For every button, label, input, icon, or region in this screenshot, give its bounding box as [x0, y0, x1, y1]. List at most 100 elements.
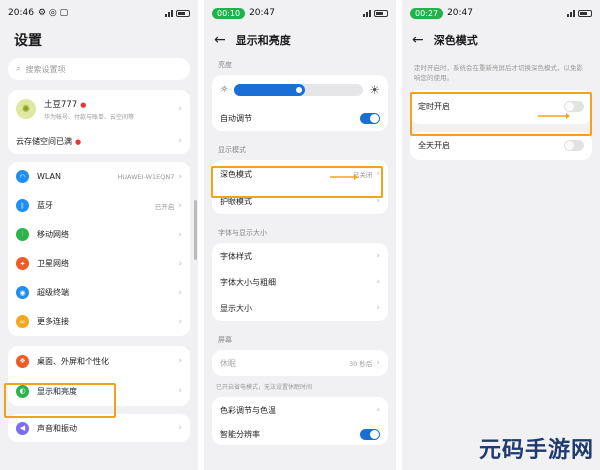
font-size-row[interactable]: 字体大小与粗细 › [212, 269, 388, 295]
account-row[interactable]: ✺ 土豆777 ● 华为帐号、付款与账单、云空间等 › [8, 90, 190, 128]
battery-icon [176, 9, 190, 17]
sleep-value: 30 秒后 [349, 360, 373, 368]
chevron-right-icon: › [178, 104, 182, 114]
status-time: 20:47 [447, 8, 473, 18]
network-card: ◠ WLAN HUAWEI-W1EQN7 › ᛒ 蓝牙 已开启 › ⫶ 移动网络 › ✦ 卫星网络… [8, 162, 190, 336]
font-style-row[interactable]: 字体样式 › [212, 243, 388, 269]
search-placeholder: 搜索设置项 [25, 64, 66, 74]
item-label: 色彩调节与色温 [220, 405, 276, 415]
bluetooth-icon: ᛒ [16, 199, 29, 212]
settings-item-sound[interactable]: ◀ 声音和振动 › [8, 414, 190, 442]
smart-resolution-row[interactable]: 智能分辨率 [212, 423, 388, 445]
status-time: 20:47 [249, 8, 275, 18]
notification-dot: ● [75, 137, 82, 146]
section-header: 显示模式 [218, 146, 246, 154]
settings-item-bluetooth[interactable]: ᛒ 蓝牙 已开启 › [8, 191, 190, 220]
auto-adjust-toggle[interactable] [360, 112, 380, 124]
battery-icon [578, 9, 592, 17]
search-icon: ⌕ [16, 64, 21, 73]
chevron-right-icon: › [376, 405, 380, 415]
satellite-icon: ✦ [16, 257, 29, 270]
scrollbar[interactable] [194, 200, 197, 260]
watermark-logo: 元码手游网 [478, 438, 594, 463]
item-label: 蓝牙 [37, 201, 53, 210]
avatar: ✺ [16, 99, 36, 119]
settings-item-wlan[interactable]: ◠ WLAN HUAWEI-W1EQN7 › [8, 162, 190, 191]
signal-icon [165, 9, 173, 17]
chevron-right-icon: › [376, 303, 380, 313]
arrow-annotation [330, 174, 358, 180]
highlight-box [4, 383, 116, 418]
settings-item-super-device[interactable]: ◉ 超级终端 › [8, 278, 190, 307]
chevron-right-icon: › [178, 316, 182, 327]
wifi-icon: ◠ [16, 170, 29, 183]
chevron-right-icon: › [376, 358, 380, 368]
nav-bar: ← 深色模式 [402, 26, 600, 54]
dark-mode-screen: 00:27 20:47 ← 深色模式 定时开启时，系统会在重新亮屏后才切换深色模式… [402, 0, 600, 470]
signal-icon [363, 9, 371, 17]
smart-resolution-toggle[interactable] [360, 428, 380, 440]
screen-card: 休眠 30 秒后 › [212, 350, 388, 376]
item-label: 超级终端 [37, 288, 69, 297]
status-time: 20:46 [8, 8, 34, 18]
status-bar: 20:46 ⚙ ◎ ▢ [0, 0, 198, 26]
chevron-right-icon: › [178, 356, 182, 366]
display-size-row[interactable]: 显示大小 › [212, 295, 388, 321]
chevron-right-icon: › [376, 277, 380, 287]
back-arrow-icon[interactable]: ← [412, 32, 424, 48]
settings-screen: 20:46 ⚙ ◎ ▢ 设置 ⌕ 搜索设置项 ✺ 土豆777 ● 华为帐号、付款与账… [0, 0, 198, 470]
item-label: 字体大小与粗细 [220, 277, 276, 287]
chevron-right-icon: › [178, 258, 182, 269]
link-icon: ∞ [16, 315, 29, 328]
item-label: 更多连接 [37, 317, 69, 326]
status-bar: 00:27 20:47 [402, 0, 600, 26]
display-brightness-screen: 00:10 20:47 ← 显示和亮度 亮度 ☼ ☀ 自动调节 显示模式 深色模式… [204, 0, 396, 470]
settings-item-home-screen[interactable]: ❖ 桌面、外屏和个性化 › [8, 346, 190, 376]
auto-adjust-row[interactable]: 自动调节 [212, 105, 388, 131]
chevron-right-icon: › [178, 200, 182, 211]
section-header: 亮度 [218, 61, 232, 69]
settings-item-satellite[interactable]: ✦ 卫星网络 › [8, 249, 190, 278]
brightness-high-icon: ☀ [369, 83, 380, 97]
page-title: 显示和亮度 [235, 34, 291, 47]
chevron-right-icon: › [178, 386, 182, 396]
item-label: WLAN [37, 172, 62, 181]
item-label: 声音和振动 [37, 423, 77, 433]
battery-icon [374, 9, 388, 17]
chevron-right-icon: › [376, 251, 380, 261]
chevron-right-icon: › [178, 287, 182, 298]
search-input[interactable]: ⌕ 搜索设置项 [8, 58, 190, 80]
brightness-card: ☼ ☀ 自动调节 [212, 75, 388, 131]
page-title: 深色模式 [433, 34, 478, 47]
dark-mode-description: 定时开启时，系统会在重新亮屏后才切换深色模式，以免影响您的使用。 [414, 64, 583, 82]
cloud-label: 云存储空间已满 [16, 136, 72, 146]
call-timer: 00:10 [212, 7, 246, 19]
chevron-right-icon: › [178, 136, 182, 146]
item-label: 字体样式 [220, 251, 252, 261]
sleep-row[interactable]: 休眠 30 秒后 › [212, 350, 388, 376]
account-subtitle: 华为帐号、付款与账单、云空间等 [44, 113, 135, 121]
cloud-row[interactable]: 云存储空间已满 ● › [8, 128, 190, 154]
speaker-icon: ◀ [16, 421, 29, 435]
auto-adjust-label: 自动调节 [220, 113, 252, 123]
all-day-toggle[interactable] [564, 140, 584, 151]
signal-icon [567, 9, 575, 17]
account-card: ✺ 土豆777 ● 华为帐号、付款与账单、云空间等 › 云存储空间已满 ● › [8, 90, 190, 154]
color-temperature-row[interactable]: 色彩调节与色温 › [212, 397, 388, 423]
call-timer: 00:27 [410, 7, 444, 19]
signal-icon: ⫶ [16, 228, 29, 241]
highlight-box [211, 166, 383, 198]
item-label: 卫星网络 [37, 259, 69, 268]
brightness-low-icon: ☼ [220, 85, 229, 95]
color-card: 色彩调节与色温 › 智能分辨率 [212, 397, 388, 445]
section-header: 字体与显示大小 [218, 229, 267, 237]
status-icons: ⚙ ◎ ▢ [37, 8, 69, 18]
sleep-label: 休眠 [220, 358, 236, 368]
settings-item-more-connections[interactable]: ∞ 更多连接 › [8, 307, 190, 336]
brightness-slider[interactable] [234, 84, 364, 96]
page-title: 设置 [14, 33, 42, 49]
back-arrow-icon[interactable]: ← [214, 32, 226, 48]
chevron-right-icon: › [178, 229, 182, 240]
settings-item-mobile-network[interactable]: ⫶ 移动网络 › [8, 220, 190, 249]
item-label: 智能分辨率 [220, 429, 260, 439]
